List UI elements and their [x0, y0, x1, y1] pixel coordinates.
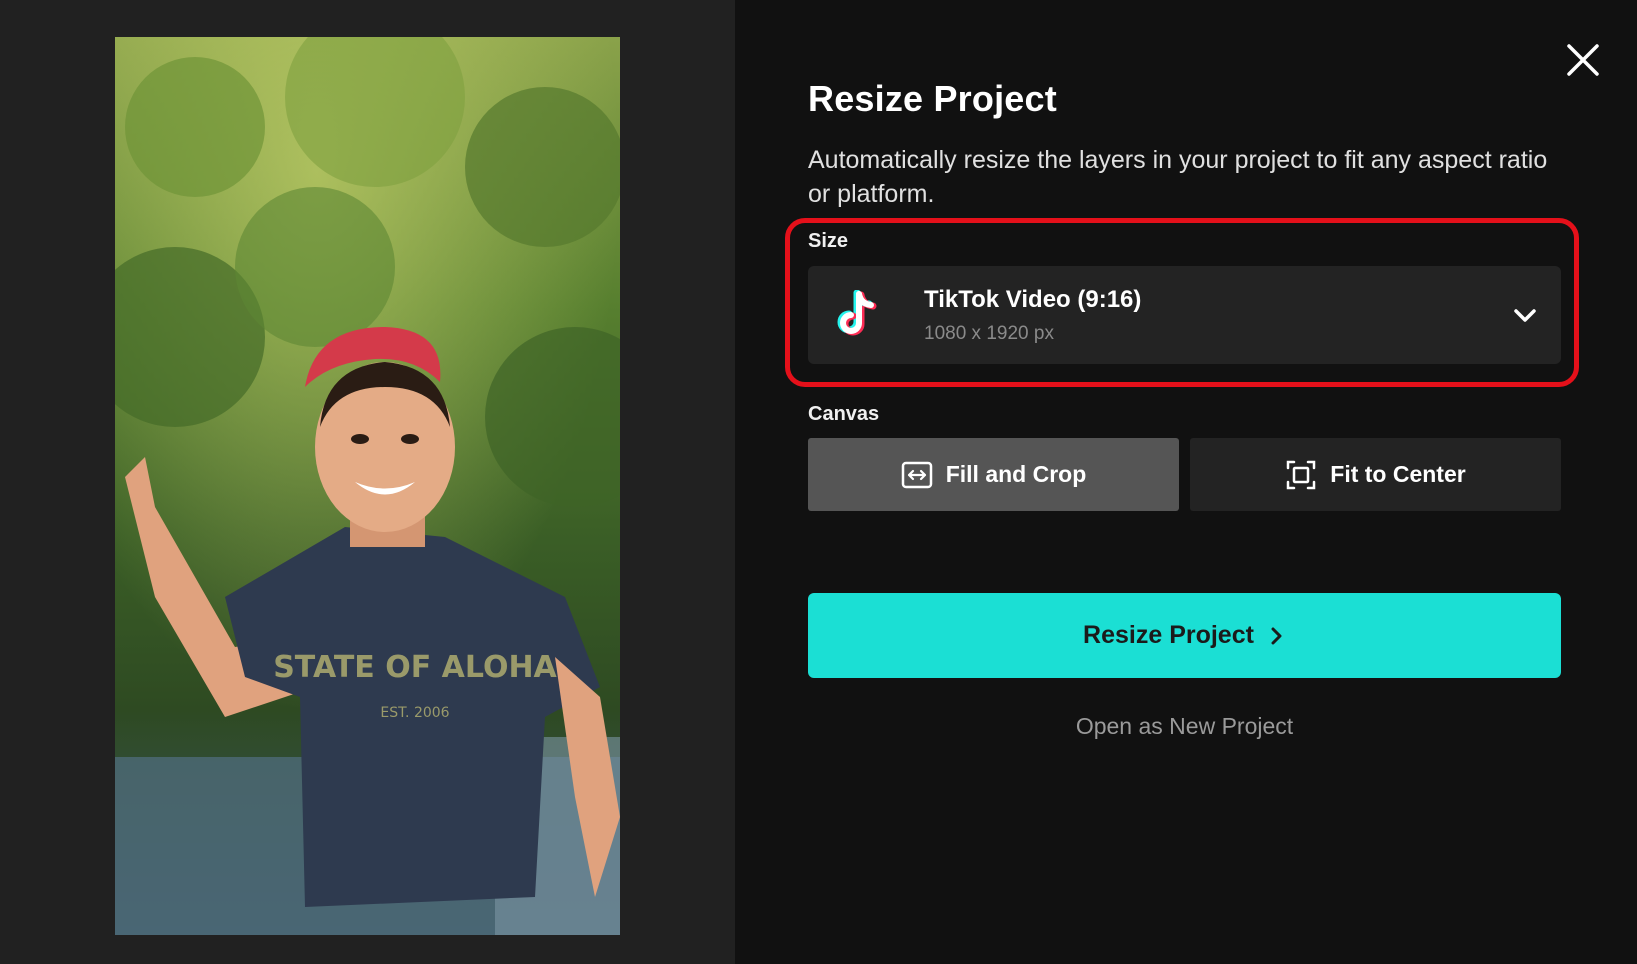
open-as-new-project-link[interactable]: Open as New Project: [808, 713, 1561, 740]
fit-center-icon: [1287, 460, 1316, 489]
preview-photo: STATE OF ALOHA EST. 2006: [115, 37, 620, 935]
tiktok-icon: [832, 289, 884, 341]
close-icon: [1567, 44, 1599, 76]
size-label: Size: [808, 230, 849, 252]
size-selected-name: TikTok Video (9:16): [924, 285, 1142, 313]
settings-panel: Resize Project Automatically resize the …: [735, 0, 1637, 964]
fit-to-center-label: Fit to Center: [1330, 461, 1466, 487]
fill-crop-icon: [901, 461, 932, 488]
chevron-right-icon: [1271, 627, 1282, 644]
fit-to-center-button[interactable]: Fit to Center: [1190, 438, 1561, 511]
resize-project-modal: STATE OF ALOHA EST. 2006 Resize Project …: [0, 0, 1637, 964]
size-selected-dimensions: 1080 x 1920 px: [924, 322, 1054, 344]
fill-and-crop-button[interactable]: Fill and Crop: [808, 438, 1179, 511]
canvas-label: Canvas: [808, 403, 880, 425]
close-button[interactable]: [1563, 40, 1603, 80]
chevron-down-icon: [1514, 309, 1536, 322]
preview-photo-illustration: STATE OF ALOHA EST. 2006: [115, 37, 620, 935]
fill-and-crop-label: Fill and Crop: [945, 461, 1087, 487]
resize-project-button[interactable]: Resize Project: [808, 593, 1561, 678]
size-dropdown[interactable]: TikTok Video (9:16) 1080 x 1920 px: [808, 266, 1561, 364]
dialog-description: Automatically resize the layers in your …: [808, 146, 1548, 208]
canvas-options: Fill and Crop Fit to Center: [808, 438, 1561, 511]
shirt-print-text: STATE OF ALOHA: [273, 650, 557, 685]
resize-project-button-label: Resize Project: [1083, 621, 1254, 649]
size-selected-info: TikTok Video (9:16) 1080 x 1920 px: [924, 286, 1141, 345]
dialog-title: Resize Project: [808, 78, 1057, 119]
shirt-print-subtext: EST. 2006: [380, 705, 449, 721]
preview-panel: STATE OF ALOHA EST. 2006: [0, 0, 735, 964]
